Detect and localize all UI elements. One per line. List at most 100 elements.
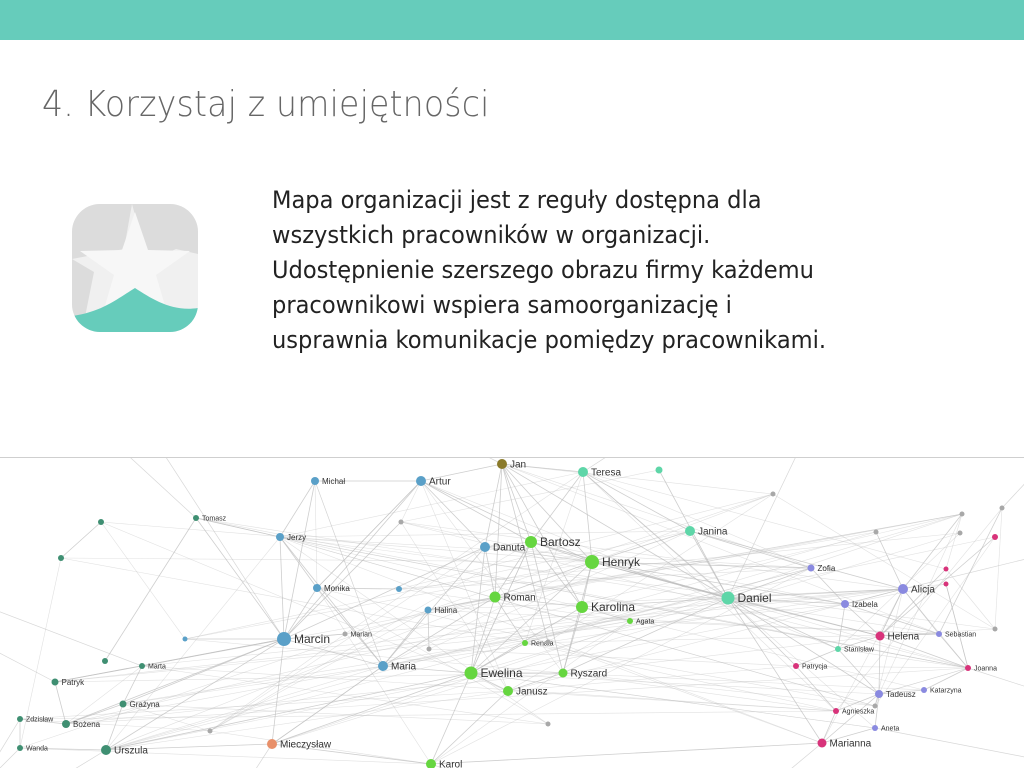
network-node[interactable]: [655, 466, 663, 474]
network-node[interactable]: [959, 511, 965, 517]
network-node[interactable]: Helena: [875, 631, 920, 643]
network-node[interactable]: [992, 626, 998, 632]
node-dot[interactable]: [277, 632, 291, 646]
node-dot[interactable]: [833, 708, 839, 714]
node-dot[interactable]: [872, 725, 878, 731]
node-dot[interactable]: [525, 536, 537, 548]
network-node[interactable]: Urszula: [101, 745, 148, 757]
network-node[interactable]: Zofia: [807, 564, 836, 573]
node-dot[interactable]: [992, 534, 998, 540]
network-node[interactable]: [943, 566, 949, 572]
node-dot[interactable]: [921, 687, 927, 693]
node-dot[interactable]: [936, 631, 942, 637]
network-node[interactable]: [992, 534, 998, 540]
node-dot[interactable]: [898, 584, 908, 594]
network-node[interactable]: Patrycja: [793, 663, 827, 670]
node-dot[interactable]: [313, 584, 321, 592]
node-dot[interactable]: [992, 626, 998, 632]
node-dot[interactable]: [102, 658, 108, 664]
network-node[interactable]: Maria: [378, 661, 416, 673]
network-node[interactable]: Ewelina: [464, 666, 523, 680]
node-dot[interactable]: [267, 739, 277, 749]
node-dot[interactable]: [545, 639, 551, 645]
node-dot[interactable]: [655, 466, 663, 474]
node-dot[interactable]: [119, 700, 127, 708]
node-dot[interactable]: [627, 618, 633, 624]
node-dot[interactable]: [872, 703, 878, 709]
network-node[interactable]: [426, 646, 432, 652]
node-dot[interactable]: [396, 586, 402, 592]
network-node[interactable]: [873, 529, 879, 535]
network-node[interactable]: Jerzy: [276, 533, 306, 542]
node-dot[interactable]: [342, 631, 348, 637]
node-dot[interactable]: [875, 631, 885, 641]
node-dot[interactable]: [873, 529, 879, 535]
node-dot[interactable]: [398, 519, 404, 525]
node-dot[interactable]: [193, 515, 199, 521]
network-node[interactable]: Bartosz: [525, 535, 581, 549]
node-dot[interactable]: [276, 533, 284, 541]
node-dot[interactable]: [841, 600, 849, 608]
node-dot[interactable]: [426, 646, 432, 652]
network-node[interactable]: Jan: [497, 459, 526, 471]
network-node[interactable]: Michał: [311, 477, 345, 486]
node-dot[interactable]: [182, 636, 188, 642]
node-dot[interactable]: [558, 668, 568, 678]
network-node[interactable]: Marian: [342, 631, 373, 638]
network-node[interactable]: Aneta: [872, 725, 899, 732]
network-node[interactable]: Zdzisław: [17, 716, 54, 723]
network-node[interactable]: [957, 530, 963, 536]
node-dot[interactable]: [17, 745, 23, 751]
network-node[interactable]: [872, 703, 878, 709]
network-node[interactable]: Marta: [139, 663, 166, 670]
node-dot[interactable]: [585, 555, 599, 569]
node-dot[interactable]: [139, 663, 145, 669]
node-dot[interactable]: [817, 738, 827, 748]
network-node[interactable]: Artur: [416, 476, 451, 488]
node-dot[interactable]: [807, 564, 815, 572]
node-dot[interactable]: [835, 646, 841, 652]
network-node[interactable]: [398, 519, 404, 525]
node-dot[interactable]: [793, 663, 799, 669]
node-dot[interactable]: [578, 467, 588, 477]
node-dot[interactable]: [576, 601, 588, 613]
node-dot[interactable]: [965, 665, 971, 671]
node-dot[interactable]: [58, 555, 64, 561]
network-node[interactable]: Bożena: [62, 720, 101, 729]
node-dot[interactable]: [943, 581, 949, 587]
network-node[interactable]: [770, 491, 776, 497]
network-node[interactable]: Daniel: [721, 591, 772, 605]
network-node[interactable]: [98, 519, 104, 525]
node-dot[interactable]: [416, 476, 426, 486]
network-node[interactable]: Janusz: [503, 686, 548, 698]
network-node[interactable]: [545, 721, 551, 727]
node-dot[interactable]: [685, 526, 695, 536]
node-dot[interactable]: [875, 690, 883, 698]
node-dot[interactable]: [480, 542, 490, 552]
network-node[interactable]: Janina: [685, 526, 728, 538]
network-node[interactable]: [207, 728, 213, 734]
network-node[interactable]: Karolina: [576, 600, 635, 614]
node-dot[interactable]: [721, 591, 735, 605]
node-dot[interactable]: [999, 505, 1005, 511]
node-dot[interactable]: [497, 459, 507, 469]
node-dot[interactable]: [464, 666, 478, 680]
node-dot[interactable]: [17, 716, 23, 722]
network-node[interactable]: [999, 505, 1005, 511]
node-dot[interactable]: [378, 661, 388, 671]
network-node[interactable]: Joanna: [965, 665, 997, 672]
network-node[interactable]: [182, 636, 188, 642]
node-dot[interactable]: [943, 566, 949, 572]
network-node[interactable]: [102, 658, 108, 664]
network-node[interactable]: Roman: [489, 591, 536, 604]
node-dot[interactable]: [101, 745, 111, 755]
network-node[interactable]: [545, 639, 551, 645]
network-node[interactable]: Marcin: [277, 632, 330, 646]
node-dot[interactable]: [207, 728, 213, 734]
network-node[interactable]: Wanda: [17, 745, 48, 752]
node-dot[interactable]: [503, 686, 513, 696]
node-dot[interactable]: [522, 640, 528, 646]
node-dot[interactable]: [957, 530, 963, 536]
node-dot[interactable]: [62, 720, 70, 728]
node-dot[interactable]: [545, 721, 551, 727]
